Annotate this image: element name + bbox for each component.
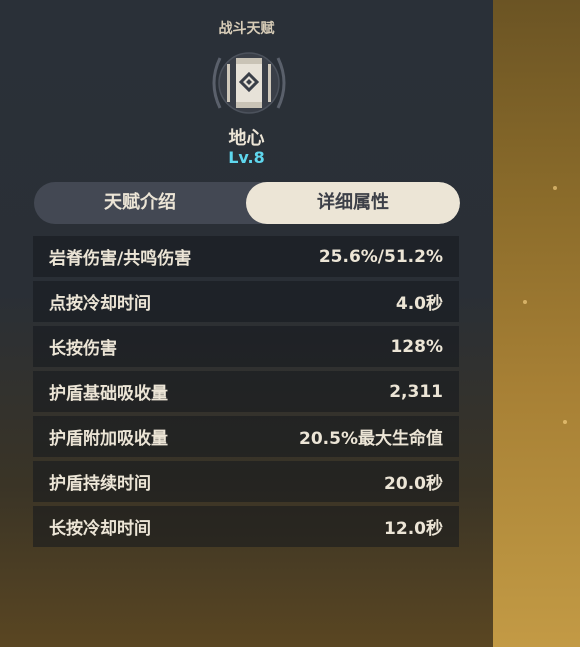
- background-scene: [493, 0, 580, 647]
- talent-detail-panel: 战斗天赋 地心 Lv.8 天赋介绍 详细属性 岩脊伤害/共鸣伤害 25.6%/5…: [0, 0, 493, 647]
- stat-label: 长按冷却时间: [49, 519, 151, 539]
- stat-label: 护盾基础吸收量: [49, 384, 168, 404]
- stat-value: 4.0秒: [395, 294, 443, 314]
- stat-row: 点按冷却时间 4.0秒: [33, 281, 459, 322]
- stat-label: 点按冷却时间: [49, 294, 151, 314]
- stat-label: 护盾附加吸收量: [49, 429, 168, 449]
- stat-value: 128%: [390, 336, 443, 357]
- tab-detailed-attributes[interactable]: 详细属性: [246, 182, 460, 224]
- stat-row: 长按伤害 128%: [33, 326, 459, 367]
- tab-talent-intro[interactable]: 天赋介绍: [34, 182, 246, 224]
- tab-bar: 天赋介绍 详细属性: [34, 182, 460, 224]
- sparkle: [523, 300, 527, 304]
- stat-row: 护盾附加吸收量 20.5%最大生命值: [33, 416, 459, 457]
- stat-label: 护盾持续时间: [49, 474, 151, 494]
- stat-value: 20.0秒: [384, 474, 443, 494]
- talent-name: 地心: [228, 128, 265, 149]
- stat-row: 护盾基础吸收量 2,311: [33, 371, 459, 412]
- stat-row: 岩脊伤害/共鸣伤害 25.6%/51.2%: [33, 236, 459, 277]
- stat-value: 20.5%最大生命值: [299, 429, 443, 449]
- stat-label: 长按伤害: [49, 339, 117, 359]
- stats-table: 岩脊伤害/共鸣伤害 25.6%/51.2% 点按冷却时间 4.0秒 长按伤害 1…: [33, 236, 459, 551]
- stat-value: 12.0秒: [384, 519, 443, 539]
- geo-pillar-icon: [212, 52, 286, 114]
- stat-label: 岩脊伤害/共鸣伤害: [49, 249, 192, 269]
- talent-level: Lv.8: [228, 148, 265, 167]
- stat-value: 2,311: [389, 381, 443, 402]
- stat-row: 长按冷却时间 12.0秒: [33, 506, 459, 547]
- talent-category: 战斗天赋: [218, 21, 275, 37]
- sparkle: [553, 186, 557, 190]
- stat-row: 护盾持续时间 20.0秒: [33, 461, 459, 502]
- sparkle: [563, 420, 567, 424]
- stat-value: 25.6%/51.2%: [318, 246, 443, 267]
